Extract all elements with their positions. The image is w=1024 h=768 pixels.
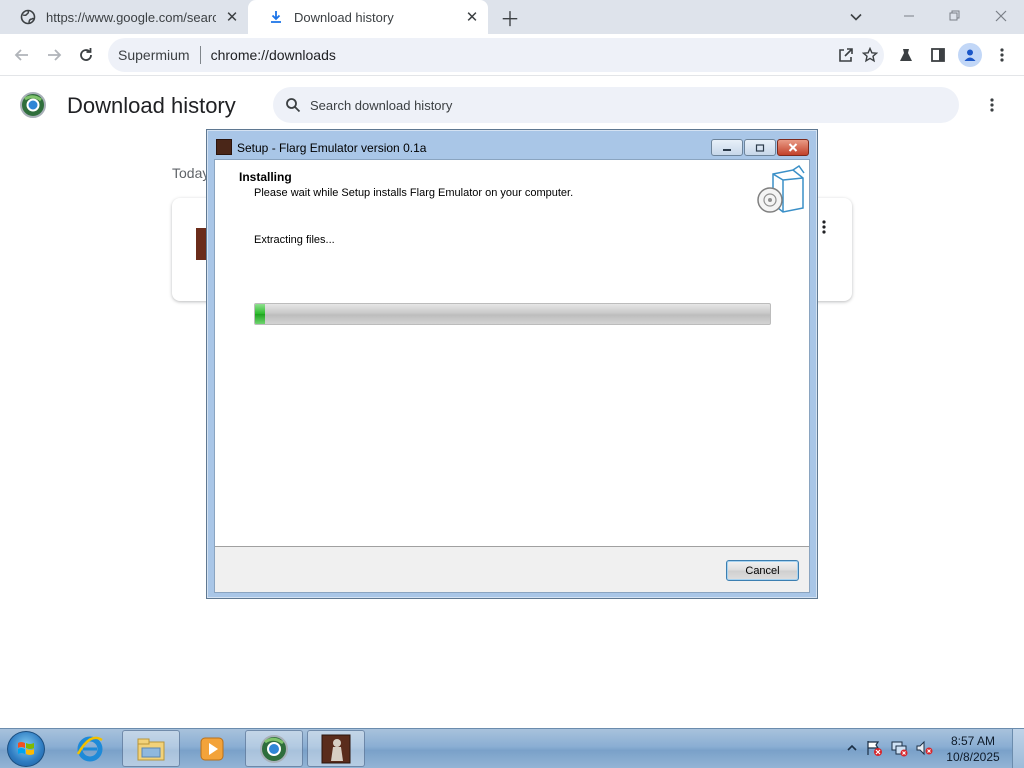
dialog-window-buttons (711, 139, 810, 157)
side-panel-icon[interactable] (928, 45, 948, 65)
step-heading: Installing (239, 170, 292, 184)
page-title: Download history (67, 93, 236, 118)
tab-strip: https://www.google.com/search?q ✕ Downlo… (0, 0, 1024, 34)
new-tab-button[interactable]: ＋ (498, 5, 522, 31)
reload-button[interactable] (74, 43, 98, 67)
progress-bar (254, 303, 771, 325)
download-search-bar[interactable] (273, 87, 959, 123)
chevron-down-icon[interactable] (846, 7, 866, 27)
start-button[interactable] (7, 731, 45, 767)
download-icon (268, 9, 284, 25)
dialog-close-button[interactable] (777, 139, 809, 156)
app-icon (216, 139, 232, 155)
setup-dialog: Setup - Flarg Emulator version 0.1a Inst… (206, 129, 818, 599)
tab-label: https://www.google.com/search?q (46, 9, 216, 25)
restore-button[interactable] (932, 0, 978, 32)
kebab-menu-icon[interactable] (992, 45, 1012, 65)
site-chip: Supermium (118, 47, 190, 63)
taskbar-ie-icon[interactable] (61, 730, 119, 767)
volume-muted-icon[interactable] (914, 735, 934, 761)
clock-date: 10/8/2025 (946, 750, 1000, 764)
step-description: Please wait while Setup installs Flarg E… (254, 187, 574, 199)
action-center-icon[interactable] (864, 735, 884, 761)
avatar[interactable] (958, 43, 982, 67)
taskbar-explorer-icon[interactable] (122, 730, 180, 767)
dialog-header: Installing Please wait while Setup insta… (215, 160, 809, 216)
tray-expand-icon[interactable] (842, 735, 862, 761)
browser-toolbar: Supermium chrome://downloads (0, 34, 1024, 76)
dialog-separator (215, 546, 809, 547)
address-bar[interactable]: Supermium chrome://downloads (108, 38, 884, 72)
taskbar-clock[interactable]: 8:57 AM 10/8/2025 (938, 733, 1008, 765)
search-icon (284, 96, 302, 114)
omnibox-separator (199, 46, 201, 64)
url-text: chrome://downloads (210, 47, 336, 63)
dialog-content: Extracting files... (215, 216, 809, 546)
network-icon[interactable] (889, 735, 909, 761)
close-icon[interactable]: ✕ (224, 9, 240, 26)
kebab-menu-icon[interactable] (816, 218, 832, 236)
dialog-title-bar[interactable]: Setup - Flarg Emulator version 0.1a (207, 130, 817, 158)
kebab-menu-icon[interactable] (982, 95, 1002, 115)
setup-box-icon (755, 164, 805, 214)
search-input[interactable] (310, 97, 910, 113)
globe-icon (20, 9, 36, 25)
taskbar-supermium-icon[interactable] (245, 730, 303, 767)
progress-fill (255, 304, 266, 324)
dialog-body: Installing Please wait while Setup insta… (214, 159, 810, 593)
dialog-title: Setup - Flarg Emulator version 0.1a (237, 141, 427, 155)
taskbar-setup-icon[interactable] (307, 730, 365, 767)
cancel-button[interactable]: Cancel (726, 560, 799, 581)
status-text: Extracting files... (254, 234, 335, 246)
show-desktop-button[interactable] (1012, 729, 1024, 768)
share-icon[interactable] (836, 45, 856, 65)
date-label: Today (172, 165, 210, 181)
clock-time: 8:57 AM (950, 734, 996, 748)
tab-label: Download history (294, 9, 394, 25)
tab-google-search[interactable]: https://www.google.com/search?q ✕ (0, 0, 248, 34)
taskbar: 8:57 AM 10/8/2025 (0, 728, 1024, 768)
supermium-logo-icon (20, 92, 46, 118)
extensions-icon[interactable] (896, 45, 916, 65)
dialog-maximize-button[interactable] (744, 139, 776, 156)
dialog-minimize-button[interactable] (711, 139, 743, 156)
back-button[interactable] (10, 43, 34, 67)
tab-download-history[interactable]: Download history ✕ (248, 0, 488, 34)
close-icon[interactable]: ✕ (464, 9, 480, 26)
close-window-button[interactable] (978, 0, 1024, 32)
taskbar-media-player-icon[interactable] (183, 730, 241, 767)
forward-button[interactable] (42, 43, 66, 67)
minimize-button[interactable] (886, 0, 932, 32)
star-icon[interactable] (860, 45, 880, 65)
